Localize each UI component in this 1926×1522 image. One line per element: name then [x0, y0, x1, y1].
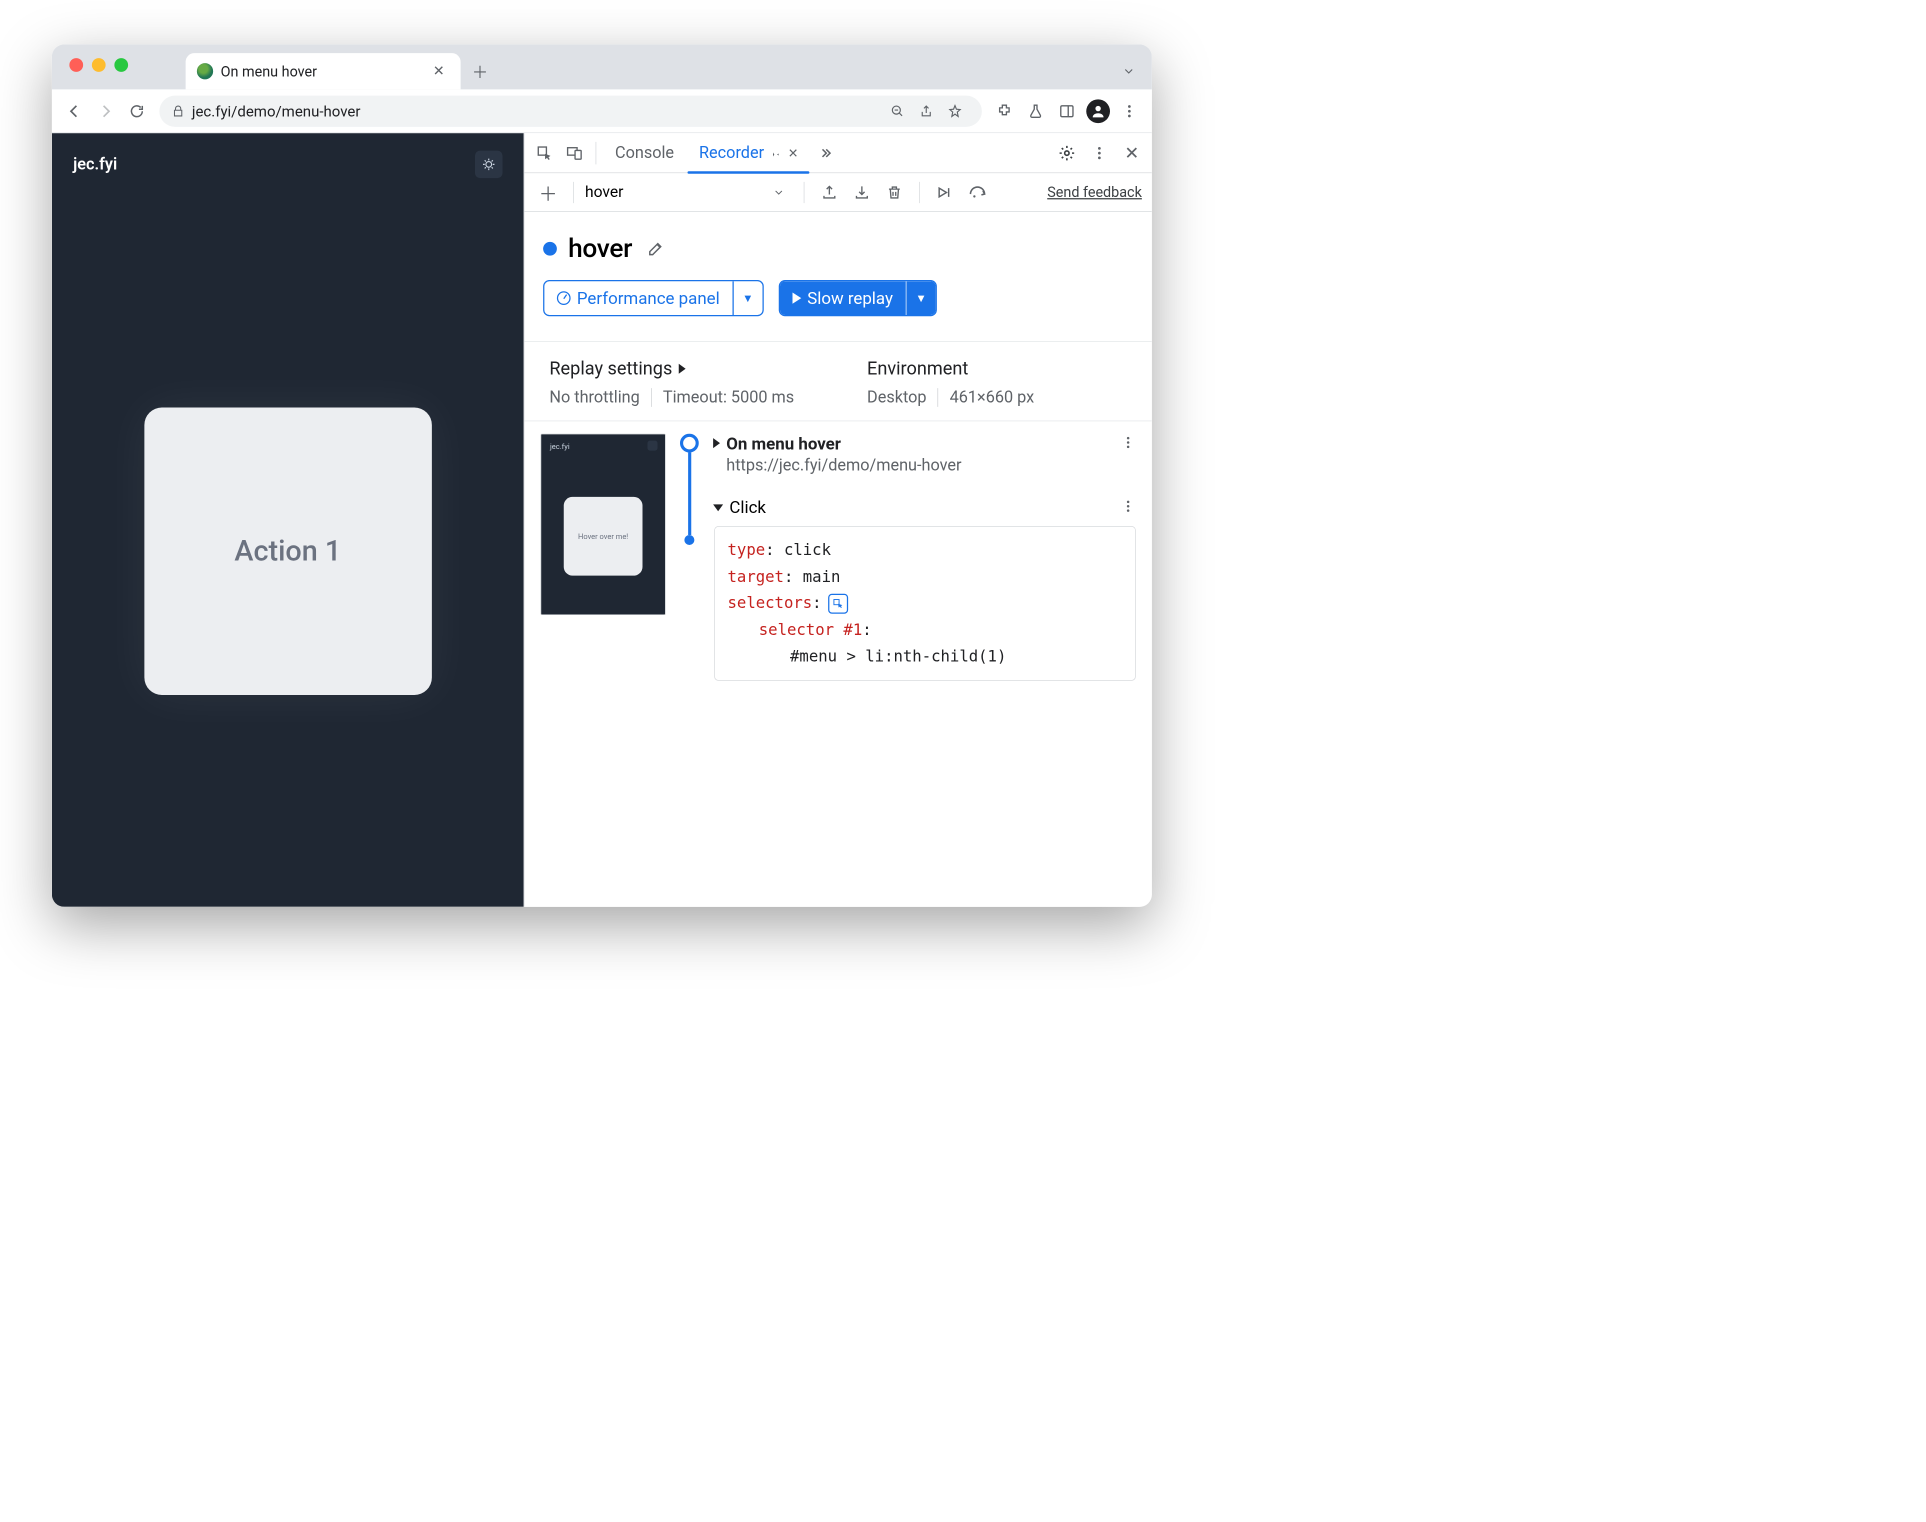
export-icon[interactable] — [816, 178, 844, 206]
pick-selector-button[interactable] — [828, 594, 848, 614]
pin-icon — [769, 147, 780, 158]
recorder-toolbar: ＋ Send feedback — [524, 173, 1152, 212]
step-thumbnail: jec.fyi Hover over me! — [541, 434, 666, 615]
step-click: Click type: click target: main selectors… — [713, 475, 1139, 680]
replay-dropdown[interactable]: ▼ — [905, 281, 935, 315]
browser-toolbar: jec.fyi/demo/menu-hover — [52, 89, 1152, 133]
window-close[interactable] — [69, 58, 83, 72]
browser-menu-icon[interactable] — [1116, 97, 1144, 125]
devtools-close-icon[interactable]: ✕ — [1118, 139, 1146, 167]
step-menu-icon[interactable] — [1121, 435, 1136, 450]
step-over-icon[interactable] — [931, 178, 959, 206]
back-button[interactable] — [61, 97, 89, 125]
devtools-tabs: Console Recorder ✕ ✕ — [524, 133, 1152, 173]
timeout-value: Timeout: 5000 ms — [651, 388, 805, 407]
import-icon[interactable] — [848, 178, 876, 206]
chevron-down-icon — [713, 504, 723, 511]
window-controls — [69, 58, 128, 72]
add-recording-button[interactable]: ＋ — [534, 178, 562, 206]
browser-tab[interactable]: On menu hover ✕ — [186, 53, 461, 89]
recording-select[interactable] — [585, 183, 760, 201]
throttling-value: No throttling — [549, 388, 651, 407]
step-menu-icon[interactable] — [1121, 499, 1136, 514]
tab-close-icon[interactable]: ✕ — [788, 145, 798, 160]
tab-console[interactable]: Console — [604, 133, 686, 172]
performance-dropdown[interactable]: ▼ — [732, 281, 762, 315]
url-text: jec.fyi/demo/menu-hover — [192, 102, 883, 120]
replay-button[interactable]: Slow replay ▼ — [778, 280, 936, 316]
share-icon[interactable] — [919, 104, 940, 118]
step-details: type: click target: main selectors: sele… — [714, 526, 1135, 680]
play-icon — [792, 293, 801, 304]
edit-title-button[interactable] — [643, 236, 668, 261]
favicon-icon — [197, 63, 213, 79]
send-feedback-link[interactable]: Send feedback — [1047, 184, 1142, 201]
window-minimize[interactable] — [92, 58, 106, 72]
recording-dropdown-icon[interactable] — [765, 178, 793, 206]
recording-status-dot — [543, 242, 557, 256]
gauge-icon — [557, 291, 571, 305]
settings-icon[interactable] — [1053, 139, 1081, 167]
environment-label: Environment — [867, 358, 1133, 379]
zoom-icon[interactable] — [891, 104, 912, 118]
theme-toggle-button[interactable] — [475, 151, 503, 179]
new-tab-button[interactable]: ＋ — [466, 57, 495, 86]
tab-title: On menu hover — [221, 63, 317, 80]
address-bar[interactable]: jec.fyi/demo/menu-hover — [159, 95, 982, 126]
timeline — [678, 434, 701, 681]
window-maximize[interactable] — [114, 58, 128, 72]
reload-button[interactable] — [123, 97, 151, 125]
recording-title: hover — [568, 233, 632, 264]
delete-icon[interactable] — [881, 178, 909, 206]
site-title[interactable]: jec.fyi — [73, 155, 117, 174]
tab-close-icon[interactable]: ✕ — [428, 61, 450, 82]
selector-value[interactable]: #menu > li:nth-child(1) — [790, 643, 1123, 670]
chevron-right-icon — [713, 438, 720, 448]
chevron-right-icon — [679, 364, 686, 374]
tab-recorder[interactable]: Recorder ✕ — [688, 133, 810, 172]
extensions-icon[interactable] — [991, 97, 1019, 125]
step-navigate[interactable]: On menu hover https://jec.fyi/demo/menu-… — [713, 434, 1139, 475]
devtools-menu-icon[interactable] — [1086, 139, 1114, 167]
page-viewport: jec.fyi Action 1 — [52, 133, 524, 907]
inspect-icon[interactable] — [531, 139, 559, 167]
tab-overflow-button[interactable] — [1114, 57, 1143, 86]
more-tabs-icon[interactable] — [812, 139, 840, 167]
lock-icon — [172, 105, 185, 118]
card-label: Action 1 — [234, 534, 341, 568]
device-toggle-icon[interactable] — [561, 139, 589, 167]
step-icon[interactable] — [964, 178, 992, 206]
devtools-panel: Console Recorder ✕ ✕ ＋ — [524, 133, 1152, 907]
performance-panel-button[interactable]: Performance panel ▼ — [543, 280, 763, 316]
profile-button[interactable] — [1084, 97, 1112, 125]
dimensions-value: 461×660 px — [938, 388, 1046, 407]
labs-icon[interactable] — [1022, 97, 1050, 125]
bookmark-icon[interactable] — [948, 104, 969, 118]
tab-strip: On menu hover ✕ ＋ — [52, 44, 1152, 89]
demo-card[interactable]: Action 1 — [144, 408, 432, 696]
device-value: Desktop — [867, 388, 938, 407]
replay-settings-toggle[interactable]: Replay settings — [549, 358, 842, 379]
sidepanel-icon[interactable] — [1053, 97, 1081, 125]
step-click-header[interactable]: Click — [713, 498, 1139, 518]
forward-button[interactable] — [92, 97, 120, 125]
